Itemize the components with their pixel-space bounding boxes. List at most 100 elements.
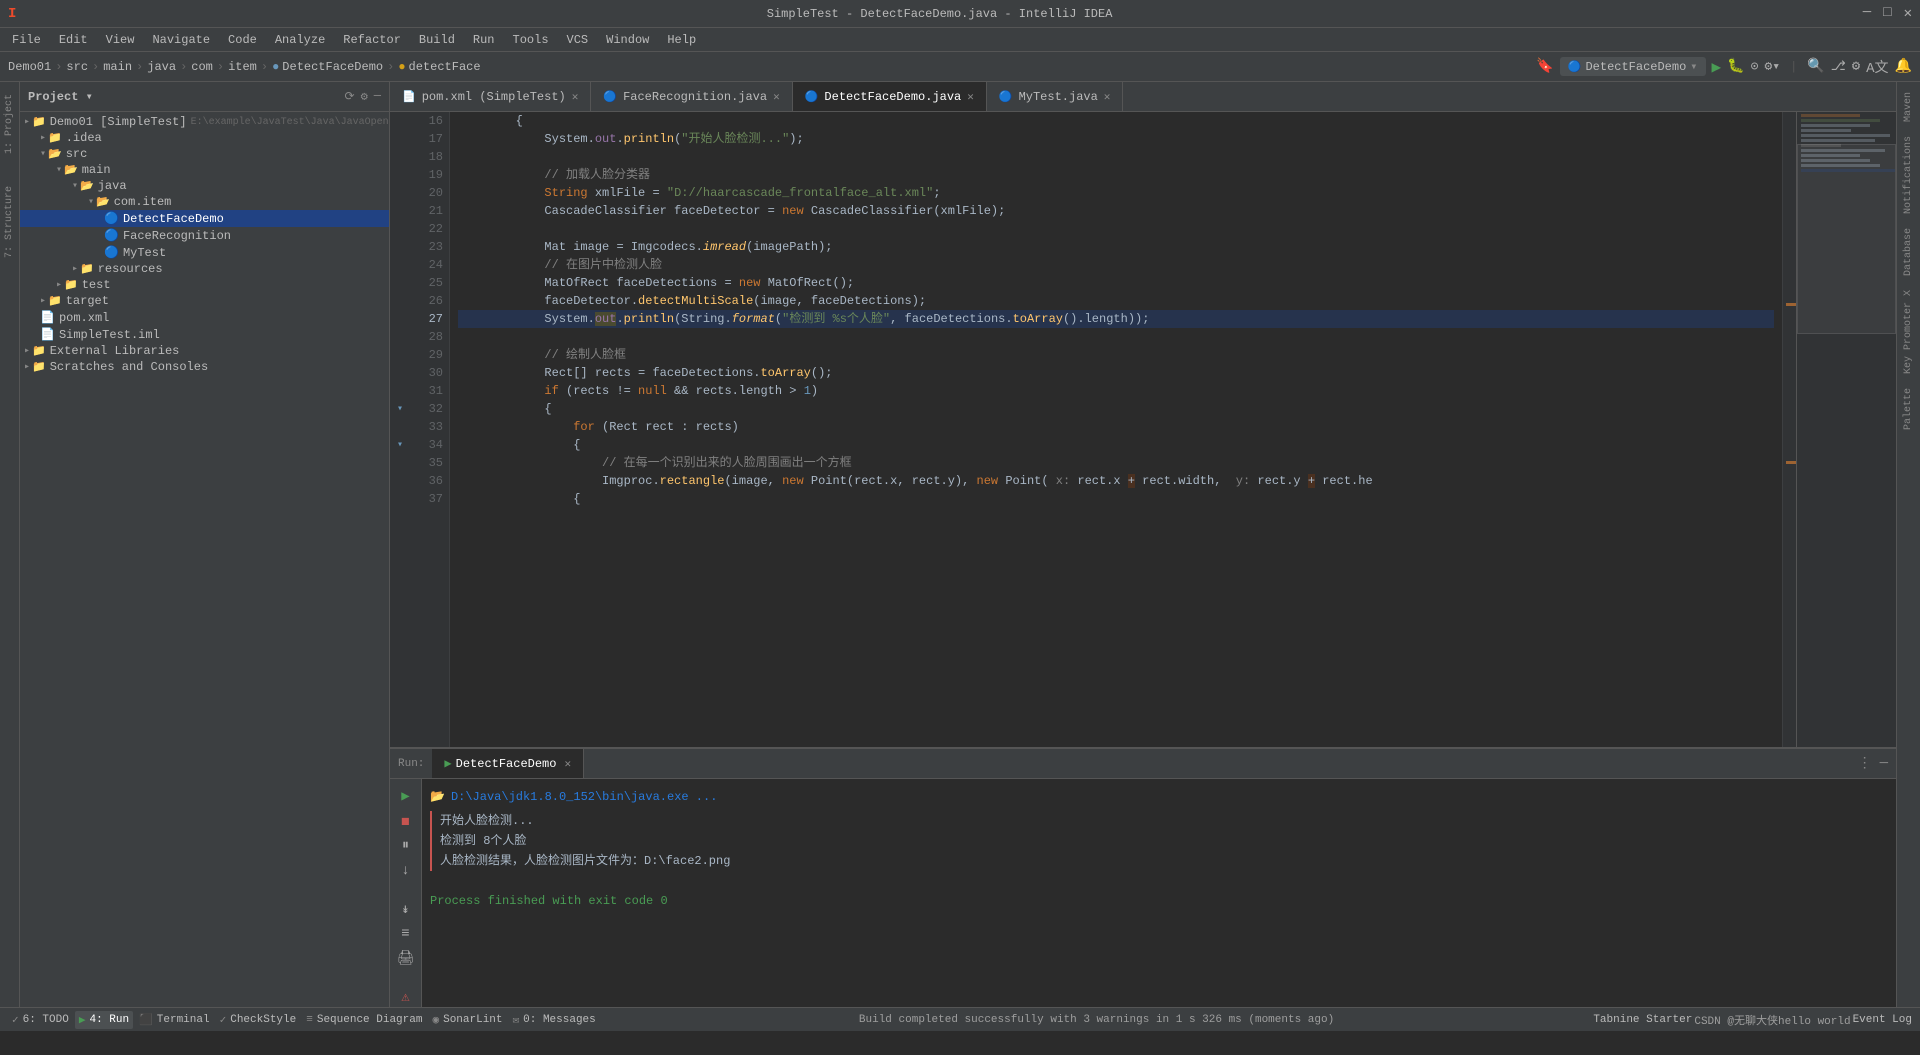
- palette-tab[interactable]: Palette: [1901, 382, 1916, 436]
- tree-item-resources[interactable]: ▸ 📁 resources: [20, 261, 389, 277]
- terminal-button[interactable]: ⬛ Terminal: [135, 1011, 214, 1029]
- maven-tab[interactable]: Maven: [1901, 86, 1916, 128]
- tree-item-src[interactable]: ▾ 📂 src: [20, 146, 389, 162]
- keypromoter-tab[interactable]: Key Promoter X: [1901, 284, 1916, 380]
- bookmark-icon[interactable]: 🔖: [1536, 58, 1553, 75]
- menu-vcs[interactable]: VCS: [559, 31, 597, 49]
- run-config-dropdown[interactable]: ▾: [1690, 59, 1697, 74]
- tree-item-external[interactable]: ▸ 📁 External Libraries: [20, 343, 389, 359]
- menu-tools[interactable]: Tools: [505, 31, 557, 49]
- tree-item-java[interactable]: ▾ 📂 java: [20, 178, 389, 194]
- menu-analyze[interactable]: Analyze: [267, 31, 333, 49]
- coverage-button[interactable]: ⊙: [1751, 59, 1759, 74]
- menu-build[interactable]: Build: [411, 31, 463, 49]
- tab-mytest[interactable]: 🔵 MyTest.java ✕: [987, 82, 1124, 111]
- tree-item-target[interactable]: ▸ 📁 target: [20, 293, 389, 309]
- run-tab-close[interactable]: ✕: [564, 757, 571, 771]
- sequence-button[interactable]: ≡ Sequence Diagram: [302, 1012, 426, 1028]
- menu-navigate[interactable]: Navigate: [144, 31, 218, 49]
- tree-item-facerecognition[interactable]: 🔵 FaceRecognition: [20, 227, 389, 244]
- menu-run[interactable]: Run: [465, 31, 503, 49]
- tab-pomxml[interactable]: 📄 pom.xml (SimpleTest) ✕: [390, 82, 591, 111]
- pause-button[interactable]: ⏸: [394, 837, 418, 856]
- menu-view[interactable]: View: [98, 31, 143, 49]
- menu-help[interactable]: Help: [659, 31, 704, 49]
- tree-item-test[interactable]: ▸ 📁 test: [20, 277, 389, 293]
- vcs-icon[interactable]: ⎇: [1831, 59, 1846, 74]
- maximize-button[interactable]: □: [1883, 5, 1891, 22]
- tab-facerecognition[interactable]: 🔵 FaceRecognition.java ✕: [591, 82, 792, 111]
- todo-button[interactable]: ✓ 6: TODO: [8, 1011, 73, 1029]
- scroll-gutter[interactable]: [1782, 112, 1796, 747]
- checkstyle-button[interactable]: ✓ CheckStyle: [216, 1011, 301, 1029]
- debug-button[interactable]: 🐛: [1727, 58, 1744, 75]
- editor-gutter[interactable]: ▾ ▾: [390, 112, 410, 747]
- console-output[interactable]: 📂 D:\Java\jdk1.8.0_152\bin\java.exe ... …: [422, 779, 1896, 1007]
- tabnine-label[interactable]: Tabnine Starter: [1593, 1014, 1692, 1026]
- tab-facerecognition-close[interactable]: ✕: [773, 90, 780, 104]
- menu-refactor[interactable]: Refactor: [335, 31, 409, 49]
- tree-item-detectfacedemo[interactable]: 🔵 DetectFaceDemo: [20, 210, 389, 227]
- tab-pomxml-close[interactable]: ✕: [572, 90, 579, 104]
- tree-item-demo01[interactable]: ▸ 📁 Demo01 [SimpleTest] E:\example\JavaT…: [20, 114, 389, 130]
- breadcrumb-item[interactable]: main: [103, 60, 132, 74]
- tab-detectface-label: DetectFaceDemo.java: [824, 90, 961, 104]
- structure-tab-icon[interactable]: 7: Structure: [2, 182, 17, 262]
- menu-file[interactable]: File: [4, 31, 49, 49]
- bottom-more-icon[interactable]: ⋮: [1858, 755, 1872, 772]
- breadcrumb-item[interactable]: item: [228, 60, 257, 74]
- stop-button[interactable]: ◼: [394, 812, 418, 831]
- close-button[interactable]: ✕: [1904, 5, 1912, 22]
- menu-code[interactable]: Code: [220, 31, 265, 49]
- tree-item-comitem[interactable]: ▾ 📂 com.item: [20, 194, 389, 210]
- gear-icon[interactable]: ⚙: [361, 89, 368, 104]
- run-button[interactable]: ▶: [1712, 57, 1722, 77]
- event-log-button[interactable]: Event Log: [1853, 1014, 1912, 1026]
- code-content[interactable]: { System.out.println("开始人脸检测..."); // 加载…: [450, 112, 1782, 747]
- tree-item-pomxml[interactable]: 📄 pom.xml: [20, 309, 389, 326]
- bottom-tab-run[interactable]: ▶ DetectFaceDemo ✕: [432, 749, 584, 778]
- notifications-tab[interactable]: Notifications: [1901, 130, 1916, 220]
- menu-window[interactable]: Window: [598, 31, 657, 49]
- notification-icon[interactable]: 🔔: [1895, 58, 1912, 75]
- hide-panel-icon[interactable]: ─: [374, 89, 381, 104]
- toolbar-search[interactable]: 🔍: [1807, 58, 1824, 75]
- tab-mytest-close[interactable]: ✕: [1104, 90, 1111, 104]
- run-config-name[interactable]: DetectFaceDemo: [1585, 60, 1686, 74]
- rerun-button[interactable]: ▶: [394, 787, 418, 806]
- error-button[interactable]: ⚠: [394, 988, 418, 1007]
- gutter-line-17: [390, 130, 410, 148]
- scroll-to-end[interactable]: ↡: [394, 900, 418, 919]
- database-tab[interactable]: Database: [1901, 222, 1916, 282]
- tab-detectface-close[interactable]: ✕: [967, 90, 974, 104]
- settings-icon[interactable]: ⚙: [1852, 58, 1860, 75]
- more-run-options[interactable]: ⚙▾: [1764, 59, 1780, 74]
- breadcrumb-detectface[interactable]: ● DetectFaceDemo: [272, 60, 383, 74]
- minimize-button[interactable]: ─: [1863, 5, 1871, 22]
- messages-button[interactable]: ✉ 0: Messages: [509, 1011, 600, 1029]
- tree-item-main[interactable]: ▾ 📂 main: [20, 162, 389, 178]
- print-button[interactable]: 🖨: [394, 950, 418, 969]
- tree-item-idea[interactable]: ▸ 📁 .idea: [20, 130, 389, 146]
- fold-output[interactable]: ≡: [394, 925, 418, 944]
- breadcrumb-item[interactable]: com: [191, 60, 213, 74]
- tab-detectface[interactable]: 🔵 DetectFaceDemo.java ✕: [793, 82, 987, 111]
- fold-arrow-34[interactable]: ▾: [397, 439, 403, 451]
- sync-icon[interactable]: ⟳: [345, 89, 355, 104]
- run-tool-button[interactable]: ▶ 4: Run: [75, 1011, 133, 1029]
- tree-item-mytest[interactable]: 🔵 MyTest: [20, 244, 389, 261]
- fold-arrow-32[interactable]: ▾: [397, 403, 403, 415]
- translate-icon[interactable]: A文: [1866, 57, 1888, 77]
- sonarlint-button[interactable]: ◉ SonarLint: [428, 1011, 506, 1029]
- menu-edit[interactable]: Edit: [51, 31, 96, 49]
- tree-item-simpleiml[interactable]: 📄 SimpleTest.iml: [20, 326, 389, 343]
- step-button[interactable]: ↓: [394, 861, 418, 880]
- breadcrumb-item[interactable]: Demo01: [8, 60, 51, 74]
- project-tab-icon[interactable]: 1: Project: [2, 90, 17, 158]
- breadcrumb-item[interactable]: java: [147, 60, 176, 74]
- breadcrumb-item[interactable]: src: [66, 60, 88, 74]
- minimap[interactable]: [1796, 112, 1896, 747]
- tree-item-scratches[interactable]: ▸ 📁 Scratches and Consoles: [20, 359, 389, 375]
- bottom-minimize-icon[interactable]: ─: [1880, 756, 1888, 772]
- breadcrumb-method[interactable]: ● detectFace: [398, 60, 480, 74]
